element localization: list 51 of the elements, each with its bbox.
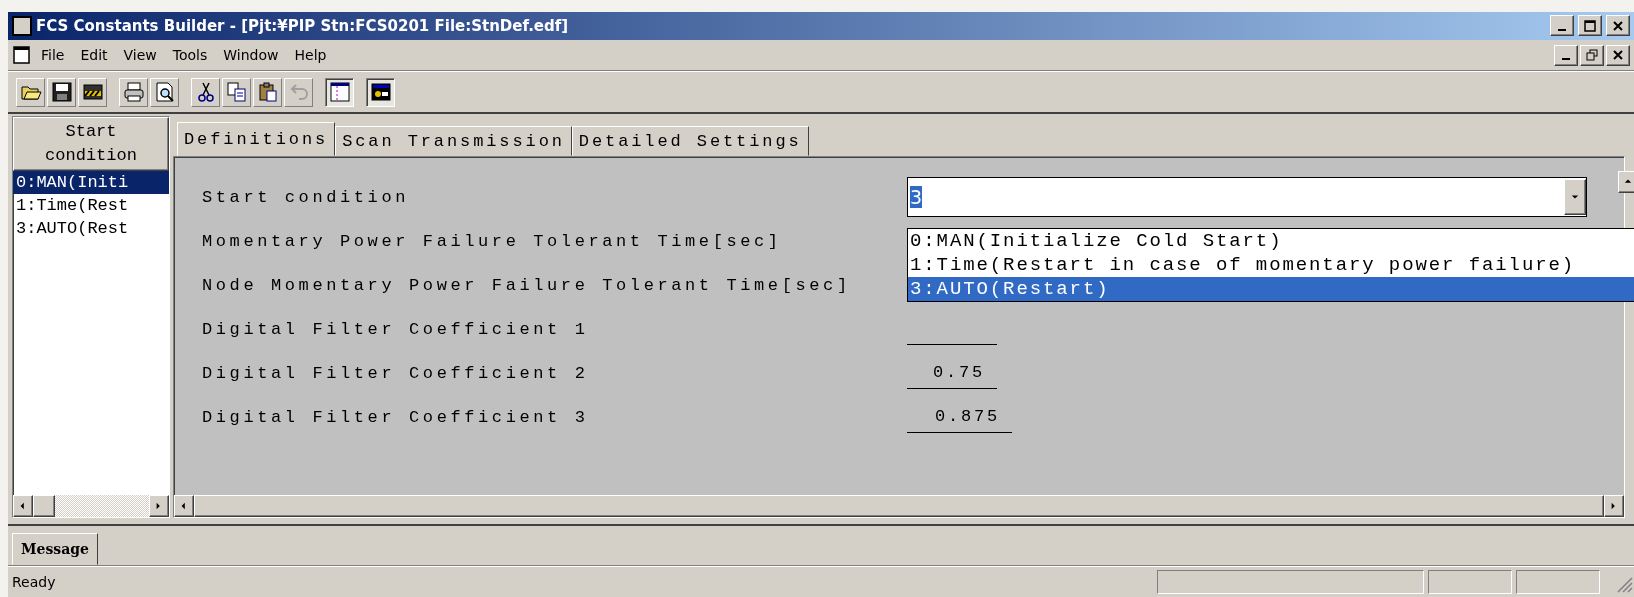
- menu-item[interactable]: File: [34, 45, 72, 66]
- menu-item[interactable]: Edit: [73, 45, 115, 66]
- field-label: Node Momentary Power Failure Tolerant Time[sec]: [202, 275, 852, 295]
- scroll-left-button[interactable]: [13, 494, 33, 517]
- minimize-button[interactable]: [1554, 44, 1578, 66]
- scroll-right-button[interactable]: [1604, 494, 1624, 517]
- tab[interactable]: Definitions: [177, 122, 336, 157]
- restore-button[interactable]: [1580, 44, 1604, 66]
- close-button[interactable]: [1606, 44, 1630, 66]
- close-icon: [1612, 49, 1624, 62]
- scroll-up-button[interactable]: [1618, 171, 1634, 194]
- combo-box[interactable]: 3: [907, 177, 1587, 218]
- scroll-right-button[interactable]: [149, 494, 169, 517]
- list-item[interactable]: 1:Time(Rest: [13, 194, 169, 218]
- value-field[interactable]: 0.875: [907, 401, 1012, 433]
- menu-item[interactable]: Window: [216, 45, 286, 66]
- close-button[interactable]: [1606, 15, 1630, 37]
- column-header: Start condition: [13, 117, 169, 172]
- field-label: Start condition: [202, 187, 411, 207]
- menu-item[interactable]: Tools: [165, 45, 215, 66]
- close-icon: [1612, 19, 1624, 32]
- minimize-button[interactable]: [1550, 15, 1574, 37]
- list-item[interactable]: 3:AUTO(Rest: [13, 217, 169, 241]
- menu-item[interactable]: Help: [287, 45, 334, 66]
- document-icon[interactable]: [12, 45, 32, 66]
- window-title: FCS Constants Builder - [Pjt:¥PIP Stn:FCS0201 File:StnDef.edf]: [36, 16, 570, 35]
- maximize-button[interactable]: [1578, 15, 1602, 37]
- scroll-thumb[interactable]: [33, 494, 55, 517]
- dropdown-button[interactable]: [1564, 179, 1586, 216]
- field-label: Digital Filter Coefficient 3: [202, 407, 590, 427]
- left-arrow-icon: [19, 500, 27, 511]
- field-label: Digital Filter Coefficient 1: [202, 319, 590, 339]
- app-icon: [12, 15, 32, 36]
- dropdown-option[interactable]: 3:AUTO(Restart): [908, 277, 1634, 302]
- minimize-icon: [1558, 28, 1566, 31]
- maximize-icon: [1584, 19, 1596, 32]
- tab[interactable]: Scan Transmission: [335, 126, 572, 157]
- tab[interactable]: Detailed Settings: [571, 126, 809, 157]
- field-label: Digital Filter Coefficient 2: [202, 363, 590, 383]
- left-arrow-icon: [180, 500, 188, 511]
- list-item[interactable]: 0:MAN(Initi: [13, 171, 169, 195]
- restore-icon: [1586, 49, 1598, 62]
- status-text: Ready: [12, 574, 57, 591]
- minimize-icon: [1562, 58, 1570, 61]
- menu-item[interactable]: View: [116, 45, 164, 66]
- horizontal-scrollbar[interactable]: [13, 494, 169, 517]
- value-field[interactable]: 0.75: [907, 357, 997, 389]
- selected-text: 3: [910, 186, 923, 209]
- tab[interactable]: Message: [12, 533, 98, 566]
- field-label: Momentary Power Failure Tolerant Time[sec]: [202, 231, 783, 251]
- scroll-left-button[interactable]: [174, 494, 194, 517]
